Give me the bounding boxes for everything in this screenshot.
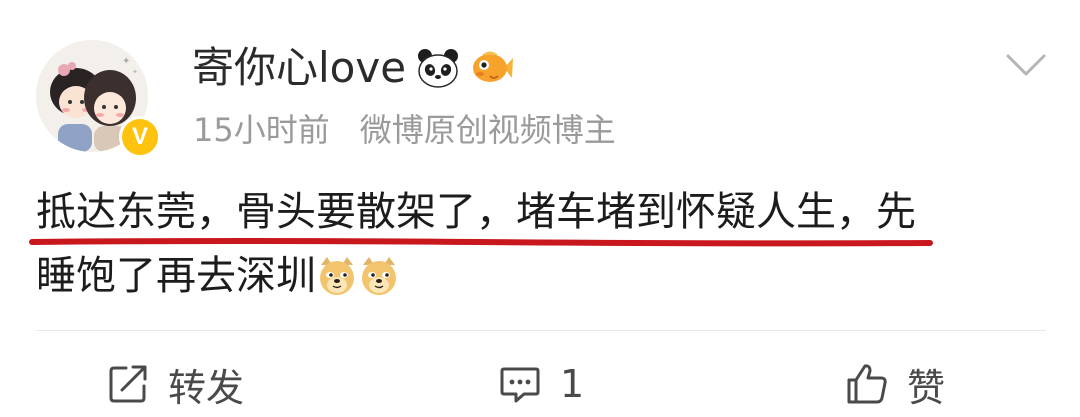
- divider: [36, 330, 1046, 331]
- post-time: 15小时前: [193, 111, 330, 149]
- post-text-line-2: 睡饱了再去深圳: [36, 244, 1046, 308]
- post-source: 微博原创视频博主: [359, 111, 616, 149]
- post-meta: 15小时前 微博原创视频博主: [193, 104, 616, 152]
- doge-icon: [362, 257, 396, 295]
- red-underline-annotation: [29, 238, 933, 247]
- repost-icon: [109, 365, 147, 403]
- comment-count: 1: [560, 362, 585, 406]
- weibo-post-card: ✦ ✦ V 寄你心love 15小时前 微博原创视频博主 抵达东莞，骨头要散架了…: [0, 0, 1080, 417]
- comment-button[interactable]: 1: [498, 362, 584, 406]
- goldfish-icon: [473, 51, 514, 82]
- like-label: 赞: [907, 365, 946, 410]
- like-button[interactable]: 赞: [845, 362, 945, 410]
- svg-text:✦: ✦: [132, 68, 138, 76]
- action-bar: 转发 1 赞: [0, 350, 1080, 417]
- author-row: 寄你心love: [192, 40, 514, 96]
- username[interactable]: 寄你心love: [192, 40, 406, 96]
- doge-icon: [320, 257, 354, 295]
- repost-button[interactable]: 转发: [106, 362, 244, 410]
- chevron-down-icon[interactable]: [1004, 50, 1048, 80]
- panda-icon: [418, 49, 459, 88]
- verified-badge: V: [119, 116, 161, 158]
- repost-label: 转发: [168, 365, 245, 410]
- comment-icon: [500, 367, 540, 403]
- post-text-line-2-text: 睡饱了再去深圳: [36, 253, 316, 299]
- post-text-line-1: 抵达东莞，骨头要散架了，堵车堵到怀疑人生，先: [36, 189, 916, 235]
- svg-text:✦: ✦: [122, 56, 130, 67]
- thumbs-up-icon: [847, 364, 887, 404]
